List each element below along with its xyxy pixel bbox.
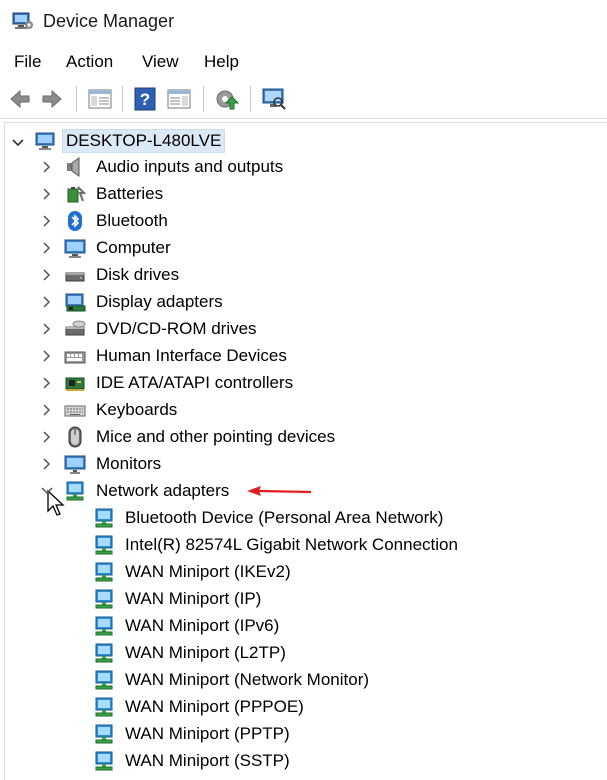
annotation-arrow <box>247 486 312 496</box>
toolbar-separator <box>250 86 251 112</box>
chevron-right-icon[interactable] <box>40 160 54 174</box>
toolbar-separator <box>76 86 77 112</box>
computer-icon <box>35 132 55 150</box>
display-adapter-icon <box>65 293 86 312</box>
category-label[interactable]: Computer <box>96 238 171 258</box>
category-label[interactable]: Monitors <box>96 454 161 474</box>
category-label[interactable]: Batteries <box>96 184 163 204</box>
category-label[interactable]: Keyboards <box>96 400 177 420</box>
network-adapter-icon <box>95 643 113 663</box>
speaker-icon <box>67 157 80 177</box>
bluetooth-icon <box>68 211 82 231</box>
back-icon[interactable] <box>8 87 32 111</box>
network-adapter-item[interactable]: Bluetooth Device (Personal Area Network) <box>125 508 443 528</box>
network-adapter-icon <box>95 724 113 744</box>
toolbar-separator <box>122 86 123 112</box>
properties-icon[interactable] <box>166 87 192 111</box>
network-adapter-item[interactable]: WAN Miniport (PPPOE) <box>125 697 304 717</box>
category-label[interactable]: Display adapters <box>96 292 223 312</box>
category-label[interactable]: Audio inputs and outputs <box>96 157 283 177</box>
chevron-right-icon[interactable] <box>40 403 54 417</box>
chevron-right-icon[interactable] <box>40 349 54 363</box>
category-label[interactable]: DVD/CD-ROM drives <box>96 319 257 339</box>
chevron-right-icon[interactable] <box>40 295 54 309</box>
network-adapter-icon <box>95 616 113 636</box>
keyboard-icon <box>64 405 86 417</box>
hid-icon <box>64 351 86 364</box>
device-tree: DESKTOP-L480LVE Audio inputs and outputs… <box>4 122 607 780</box>
title-bar: Device Manager <box>0 0 607 44</box>
network-adapter-item[interactable]: WAN Miniport (PPTP) <box>125 724 290 744</box>
network-adapter-item[interactable]: WAN Miniport (IKEv2) <box>125 562 291 582</box>
disk-drive-icon <box>65 272 85 282</box>
network-adapter-item[interactable]: WAN Miniport (IP) <box>125 589 261 609</box>
network-adapter-item[interactable]: WAN Miniport (Network Monitor) <box>125 670 369 690</box>
category-label[interactable]: Disk drives <box>96 265 179 285</box>
network-adapter-icon <box>95 589 113 609</box>
chevron-down-icon[interactable] <box>40 484 54 498</box>
tree-root-label[interactable]: DESKTOP-L480LVE <box>62 129 226 153</box>
menu-view[interactable]: View <box>142 52 179 72</box>
network-adapter-item[interactable]: Intel(R) 82574L Gigabit Network Connecti… <box>125 535 458 555</box>
chevron-right-icon[interactable] <box>40 187 54 201</box>
svg-text:?: ? <box>140 90 150 109</box>
network-adapter-icon <box>95 508 113 528</box>
category-label[interactable]: IDE ATA/ATAPI controllers <box>96 373 293 393</box>
network-adapter-icon <box>95 562 113 582</box>
scan-hardware-icon[interactable] <box>261 87 287 111</box>
dvd-drive-icon <box>65 320 86 336</box>
category-label[interactable]: Mice and other pointing devices <box>96 427 335 447</box>
update-driver-icon[interactable] <box>214 87 240 111</box>
chevron-right-icon[interactable] <box>40 322 54 336</box>
chevron-right-icon[interactable] <box>40 430 54 444</box>
battery-icon <box>67 186 86 203</box>
category-label[interactable]: Bluetooth <box>96 211 168 231</box>
computer-icon <box>64 239 86 258</box>
menu-help[interactable]: Help <box>204 52 239 72</box>
network-adapter-item[interactable]: WAN Miniport (IPv6) <box>125 616 279 636</box>
ide-controller-icon <box>65 377 85 391</box>
category-label[interactable]: Network adapters <box>96 481 229 501</box>
show-hide-console-tree-icon[interactable] <box>87 87 113 111</box>
category-label[interactable]: Human Interface Devices <box>96 346 287 366</box>
chevron-right-icon[interactable] <box>40 457 54 471</box>
forward-icon[interactable] <box>40 87 64 111</box>
chevron-right-icon[interactable] <box>40 214 54 228</box>
network-adapter-icon <box>95 535 113 555</box>
network-adapter-item[interactable]: WAN Miniport (SSTP) <box>125 751 290 771</box>
chevron-right-icon[interactable] <box>40 376 54 390</box>
network-adapter-icon <box>95 670 113 690</box>
menu-file[interactable]: File <box>14 52 41 72</box>
chevron-right-icon[interactable] <box>40 241 54 255</box>
network-adapter-item[interactable]: WAN Miniport (L2TP) <box>125 643 286 663</box>
menu-bar: File Action View Help <box>0 44 607 80</box>
network-adapter-icon <box>95 697 113 717</box>
window-title: Device Manager <box>43 11 175 31</box>
mouse-icon <box>68 426 82 448</box>
device-manager-icon <box>12 12 33 29</box>
help-icon[interactable]: ? <box>133 87 157 111</box>
toolbar: ? <box>0 80 607 119</box>
monitor-icon <box>64 455 86 474</box>
menu-action[interactable]: Action <box>66 52 113 72</box>
network-adapter-icon <box>66 481 84 501</box>
chevron-right-icon[interactable] <box>40 268 54 282</box>
toolbar-separator <box>203 86 204 112</box>
network-adapter-icon <box>95 751 113 771</box>
chevron-down-icon[interactable] <box>11 136 25 150</box>
